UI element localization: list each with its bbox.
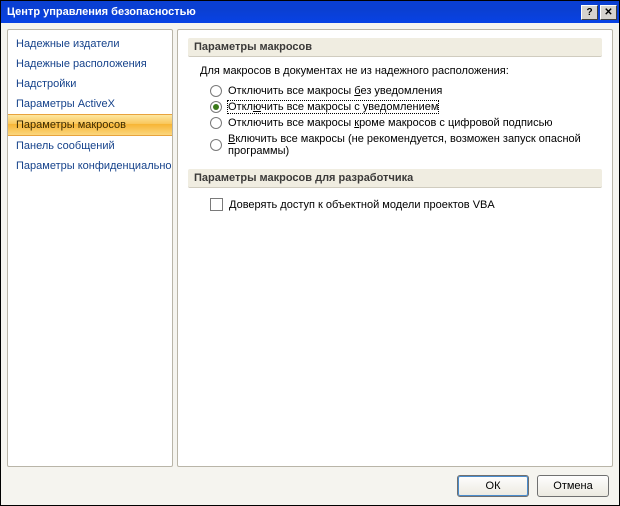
radio-disable-with-notify[interactable]: Отключить все макросы с уведомлением [210,99,596,115]
section-header-macros: Параметры макросов [188,38,602,57]
checkbox-label: Доверять доступ к объектной модели проек… [229,199,495,211]
sidebar-item-trusted-locations[interactable]: Надежные расположения [8,54,172,74]
trust-center-window: Центр управления безопасностью ? ✕ Надеж… [0,0,620,506]
macros-intro-text: Для макросов в документах не из надежног… [200,65,596,77]
sidebar-item-label: Надежные издатели [16,38,119,50]
content-area: Надежные издатели Надежные расположения … [1,23,619,505]
sidebar-item-label: Надстройки [16,78,76,90]
window-title: Центр управления безопасностью [7,6,581,18]
radio-label: Отключить все макросы без уведомления [228,85,442,97]
checkbox-trust-vba[interactable]: Доверять доступ к объектной модели проек… [210,196,596,213]
sidebar-item-label: Параметры конфиденциальности [16,160,173,172]
sidebar-item-message-bar[interactable]: Панель сообщений [8,136,172,156]
section-body-developer: Доверять доступ к объектной модели проек… [188,196,602,223]
section-header-developer: Параметры макросов для разработчика [188,169,602,188]
ok-button[interactable]: ОК [457,475,529,497]
sidebar: Надежные издатели Надежные расположения … [7,29,173,467]
help-button[interactable]: ? [581,5,598,20]
sidebar-item-label: Панель сообщений [16,140,115,152]
titlebar-buttons: ? ✕ [581,5,617,20]
close-button[interactable]: ✕ [600,5,617,20]
sidebar-item-trusted-publishers[interactable]: Надежные издатели [8,34,172,54]
radio-icon [210,85,222,97]
radio-label: Отключить все макросы кроме макросов с ц… [228,117,553,129]
radio-disable-no-notify[interactable]: Отключить все макросы без уведомления [210,83,596,99]
radio-disable-except-signed[interactable]: Отключить все макросы кроме макросов с ц… [210,115,596,131]
radio-label: Отключить все макросы с уведомлением [228,101,438,113]
section-body-macros: Для макросов в документах не из надежног… [188,65,602,169]
cancel-button[interactable]: Отмена [537,475,609,497]
radio-label: Включить все макросы (не рекомендуется, … [228,133,596,157]
radio-icon [210,139,222,151]
titlebar: Центр управления безопасностью ? ✕ [1,1,619,23]
radio-icon [210,101,222,113]
sidebar-item-label: Параметры макросов [16,119,126,131]
sidebar-item-label: Параметры ActiveX [16,98,115,110]
sidebar-item-addins[interactable]: Надстройки [8,74,172,94]
sidebar-item-activex[interactable]: Параметры ActiveX [8,94,172,114]
main-row: Надежные издатели Надежные расположения … [7,29,613,467]
checkbox-icon [210,198,223,211]
radio-icon [210,117,222,129]
main-panel: Параметры макросов Для макросов в докуме… [177,29,613,467]
sidebar-item-macros[interactable]: Параметры макросов [8,114,172,136]
radio-enable-all[interactable]: Включить все макросы (не рекомендуется, … [210,131,596,159]
sidebar-item-label: Надежные расположения [16,58,147,70]
sidebar-item-privacy[interactable]: Параметры конфиденциальности [8,156,172,176]
button-row: ОК Отмена [7,467,613,499]
